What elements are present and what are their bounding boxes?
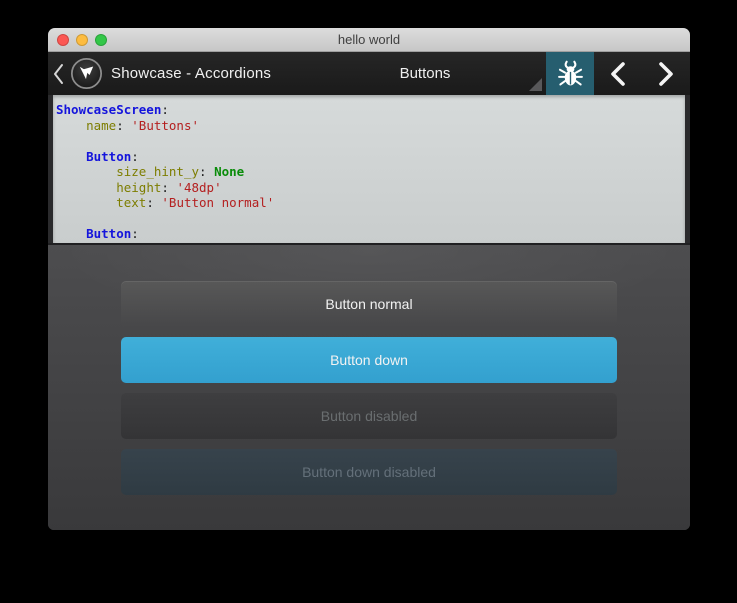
button-down[interactable]: Button down xyxy=(121,337,617,383)
code-line: Button: xyxy=(56,226,685,242)
button-normal[interactable]: Button normal xyxy=(121,281,617,327)
code-line xyxy=(56,133,685,149)
window-titlebar[interactable]: hello world xyxy=(48,28,690,52)
screen-spinner[interactable]: Buttons xyxy=(304,52,546,95)
traffic-lights xyxy=(57,28,107,51)
code-editor[interactable]: ShowcaseScreen: name: 'Buttons' Button: … xyxy=(53,95,685,243)
code-line: text: 'Button normal' xyxy=(56,195,685,211)
code-panel-frame: ShowcaseScreen: name: 'Buttons' Button: … xyxy=(48,95,690,245)
bug-icon xyxy=(557,59,584,88)
chevron-right-icon xyxy=(655,61,677,87)
button-down-disabled: Button down disabled xyxy=(121,449,617,495)
code-line: size_hint_y: None xyxy=(56,164,685,180)
screen-spinner-value: Buttons xyxy=(400,65,451,82)
code-line: height: '48dp' xyxy=(56,180,685,196)
close-window-icon[interactable] xyxy=(57,34,69,46)
kivy-logo-icon xyxy=(70,57,103,90)
window-title: hello world xyxy=(338,32,400,47)
code-line: Button: xyxy=(56,149,685,165)
debug-button[interactable] xyxy=(546,52,594,95)
desktop-background: hello world Showcase - Acc xyxy=(0,0,737,603)
action-bar: Showcase - Accordions Buttons xyxy=(48,52,690,95)
code-line: name: 'Buttons' xyxy=(56,118,685,134)
next-screen-button[interactable] xyxy=(642,52,690,95)
button-disabled: Button disabled xyxy=(121,393,617,439)
code-line: ShowcaseScreen: xyxy=(56,102,685,118)
back-chevron-icon xyxy=(52,62,66,86)
code-line xyxy=(56,211,685,227)
actionbar-spacer xyxy=(271,52,304,95)
back-button[interactable]: Showcase - Accordions xyxy=(48,52,271,95)
app-title: Showcase - Accordions xyxy=(111,65,271,82)
minimize-window-icon[interactable] xyxy=(76,34,88,46)
app-window: hello world Showcase - Acc xyxy=(48,28,690,530)
prev-screen-button[interactable] xyxy=(594,52,642,95)
zoom-window-icon[interactable] xyxy=(95,34,107,46)
dropdown-caret-icon xyxy=(529,78,542,91)
chevron-left-icon xyxy=(607,61,629,87)
showcase-content: Button normal Button down Button disable… xyxy=(48,245,690,530)
